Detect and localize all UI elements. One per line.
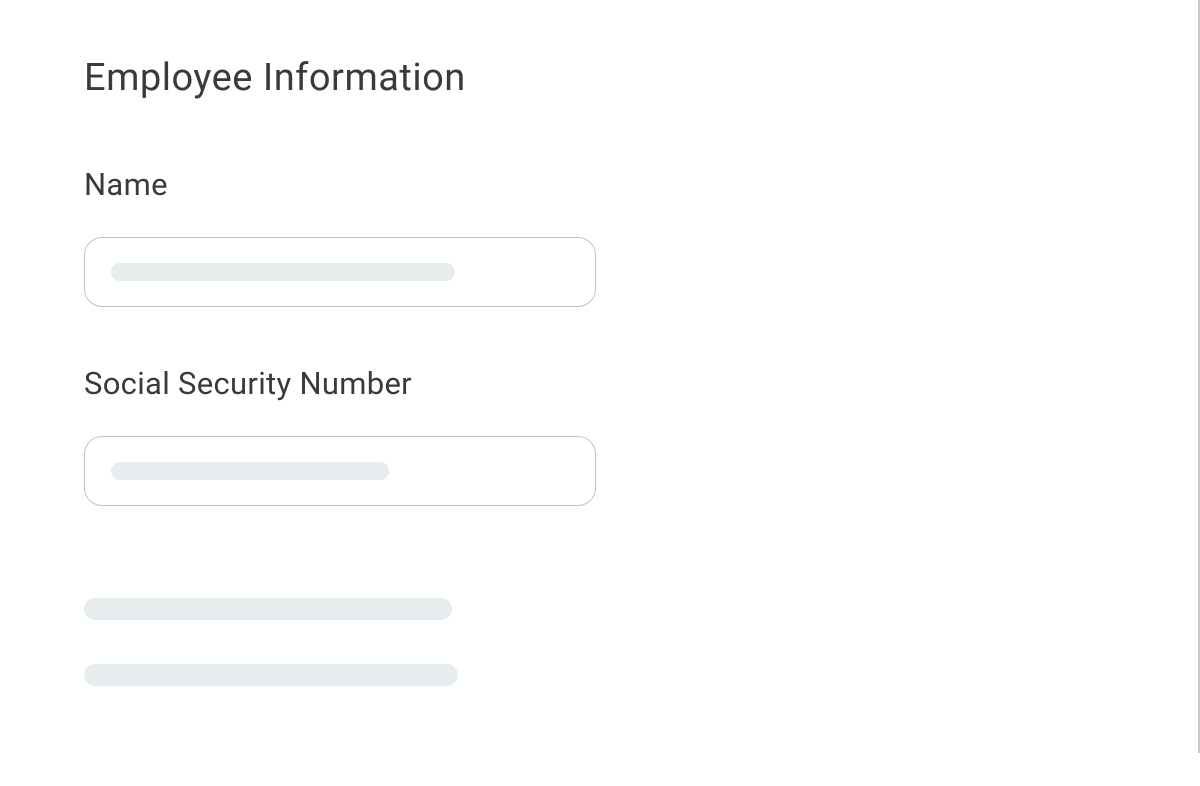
name-input-skeleton (111, 263, 455, 281)
name-field-group: Name (84, 166, 1114, 307)
loading-placeholder-section (84, 598, 1114, 686)
ssn-input[interactable] (84, 436, 596, 506)
name-label: Name (84, 166, 1114, 203)
ssn-input-skeleton (111, 462, 389, 480)
ssn-label: Social Security Number (84, 365, 1114, 402)
skeleton-line (84, 598, 452, 620)
employee-info-form: Employee Information Name Social Securit… (0, 0, 1198, 786)
form-title: Employee Information (84, 56, 1114, 100)
name-input[interactable] (84, 237, 596, 307)
skeleton-line (84, 664, 458, 686)
ssn-field-group: Social Security Number (84, 365, 1114, 506)
